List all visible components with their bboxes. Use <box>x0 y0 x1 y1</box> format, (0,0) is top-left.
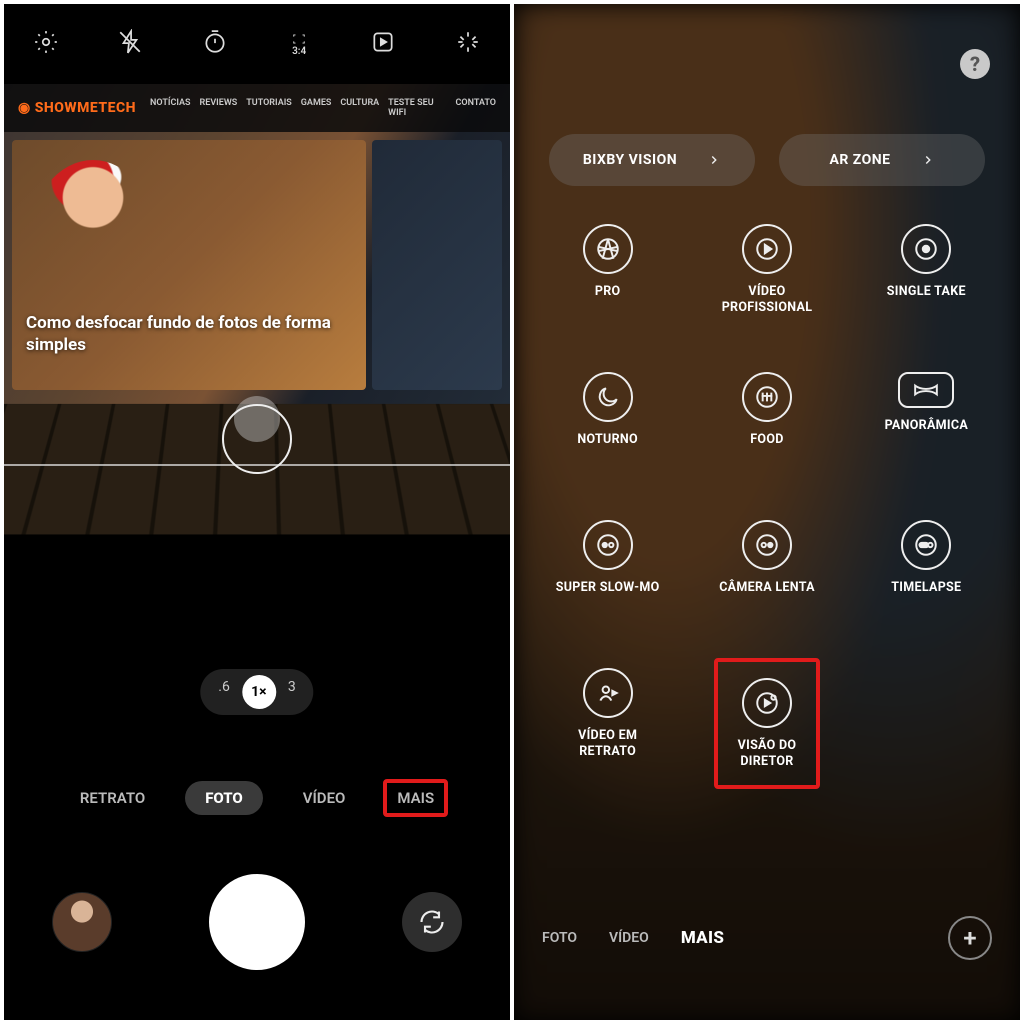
zoom-wide[interactable]: .6 <box>210 675 238 709</box>
footer-mode-mais[interactable]: MAIS <box>681 928 724 948</box>
director-icon <box>754 690 780 716</box>
mode-timelapse[interactable]: TIMELAPSE <box>885 510 967 605</box>
zoom-selector[interactable]: .6 1× 3 <box>200 669 313 715</box>
left-screenshot: 3:4 SHOWMETECH NOTÍCIASREVIEWS TUTORIAIS… <box>4 4 510 1020</box>
site-logo: SHOWMETECH <box>18 100 136 116</box>
mode-mais[interactable]: MAIS <box>385 781 446 815</box>
footer-mode-video[interactable]: VÍDEO <box>609 930 649 946</box>
bixby-vision-button[interactable]: BIXBY VISION <box>549 134 755 186</box>
switch-camera-icon <box>418 908 446 936</box>
moon-icon <box>595 384 621 410</box>
gallery-thumbnail[interactable] <box>52 892 112 952</box>
motion-photo-icon[interactable] <box>370 29 396 59</box>
site-nav: NOTÍCIASREVIEWS TUTORIAISGAMES CULTURATE… <box>150 98 496 118</box>
aperture-icon <box>595 236 621 262</box>
mode-panorama[interactable]: PANORÂMICA <box>879 362 974 443</box>
article-card: Como desfocar fundo de fotos de forma si… <box>12 140 366 390</box>
viewfinder[interactable]: SHOWMETECH NOTÍCIASREVIEWS TUTORIAISGAME… <box>4 84 510 524</box>
footer-mode-strip: FOTO VÍDEO MAIS + <box>514 916 1020 960</box>
chevron-right-icon <box>707 153 721 167</box>
filters-icon[interactable] <box>455 29 481 59</box>
camera-topbar: 3:4 <box>4 4 510 84</box>
article-title: Como desfocar fundo de fotos de forma si… <box>26 312 352 356</box>
mode-super-slowmo[interactable]: SUPER SLOW-MO <box>550 510 666 605</box>
timelapse-icon <box>913 532 939 558</box>
zoom-1x[interactable]: 1× <box>242 675 276 709</box>
mode-director-view[interactable]: VISÃO DO DIRETOR <box>714 658 821 789</box>
footer-mode-foto[interactable]: FOTO <box>542 930 577 946</box>
switch-camera-button[interactable] <box>402 892 462 952</box>
mode-portrait-video[interactable]: VÍDEO EM RETRATO <box>572 658 643 769</box>
mode-foto[interactable]: FOTO <box>185 781 263 815</box>
focus-indicator <box>222 404 292 474</box>
panorama-icon <box>913 377 939 403</box>
aspect-label: 3:4 <box>292 46 306 57</box>
flash-off-icon[interactable] <box>117 29 143 59</box>
shutter-button[interactable] <box>209 874 305 970</box>
ar-zone-label: AR ZONE <box>829 152 890 168</box>
mode-video-pro[interactable]: VÍDEO PROFISSIONAL <box>716 214 819 325</box>
laptop-screen-area: SHOWMETECH NOTÍCIASREVIEWS TUTORIAISGAME… <box>4 84 510 404</box>
portrait-vid-icon <box>595 680 621 706</box>
mode-night[interactable]: NOTURNO <box>571 362 644 457</box>
more-modes-grid: PRO VÍDEO PROFISSIONAL SINGLE TAKE NOTUR… <box>514 214 1020 870</box>
bixby-vision-label: BIXBY VISION <box>583 152 677 168</box>
food-icon <box>754 384 780 410</box>
mode-single-take[interactable]: SINGLE TAKE <box>881 214 972 309</box>
right-screenshot: ? BIXBY VISION AR ZONE PRO VÍDEO PROFISS… <box>514 4 1020 1020</box>
slowmo-icon <box>754 532 780 558</box>
chevron-right-icon <box>921 153 935 167</box>
record-dot-icon <box>913 236 939 262</box>
add-mode-button[interactable]: + <box>948 916 992 960</box>
help-button[interactable]: ? <box>960 49 990 79</box>
slowmo-icon <box>595 532 621 558</box>
settings-icon[interactable] <box>33 29 59 59</box>
website-header: SHOWMETECH NOTÍCIASREVIEWS TUTORIAISGAME… <box>4 84 510 132</box>
aspect-3-4-icon[interactable]: 3:4 <box>286 32 312 57</box>
mode-video[interactable]: VÍDEO <box>291 781 358 815</box>
video-pro-icon <box>754 236 780 262</box>
zoom-tele[interactable]: 3 <box>280 675 304 709</box>
article-card-secondary <box>372 140 502 390</box>
shutter-row <box>4 874 510 970</box>
mode-retrato[interactable]: RETRATO <box>68 781 157 815</box>
ar-zone-button[interactable]: AR ZONE <box>779 134 985 186</box>
mode-food[interactable]: FOOD <box>736 362 798 457</box>
timer-icon[interactable] <box>202 29 228 59</box>
mode-slowmo[interactable]: CÂMERA LENTA <box>713 510 821 605</box>
mode-strip: RETRATO FOTO VÍDEO MAIS <box>4 781 510 815</box>
mode-pro[interactable]: PRO <box>577 214 639 309</box>
